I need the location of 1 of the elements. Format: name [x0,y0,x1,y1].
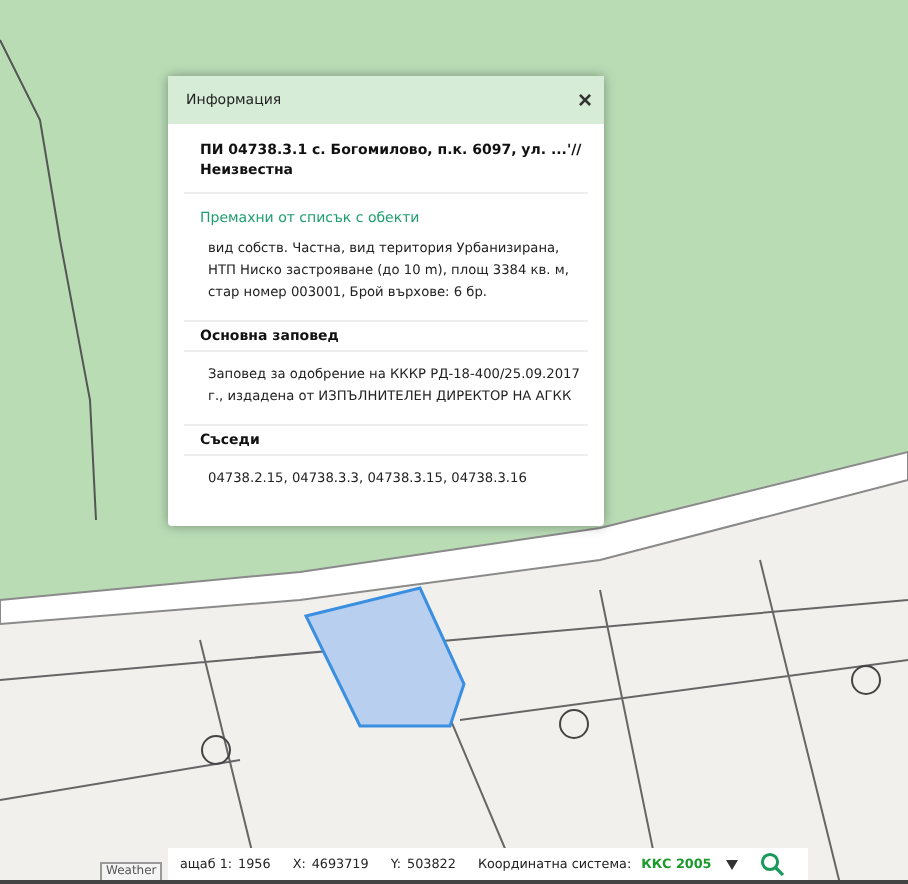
close-button[interactable]: × [577,88,592,112]
